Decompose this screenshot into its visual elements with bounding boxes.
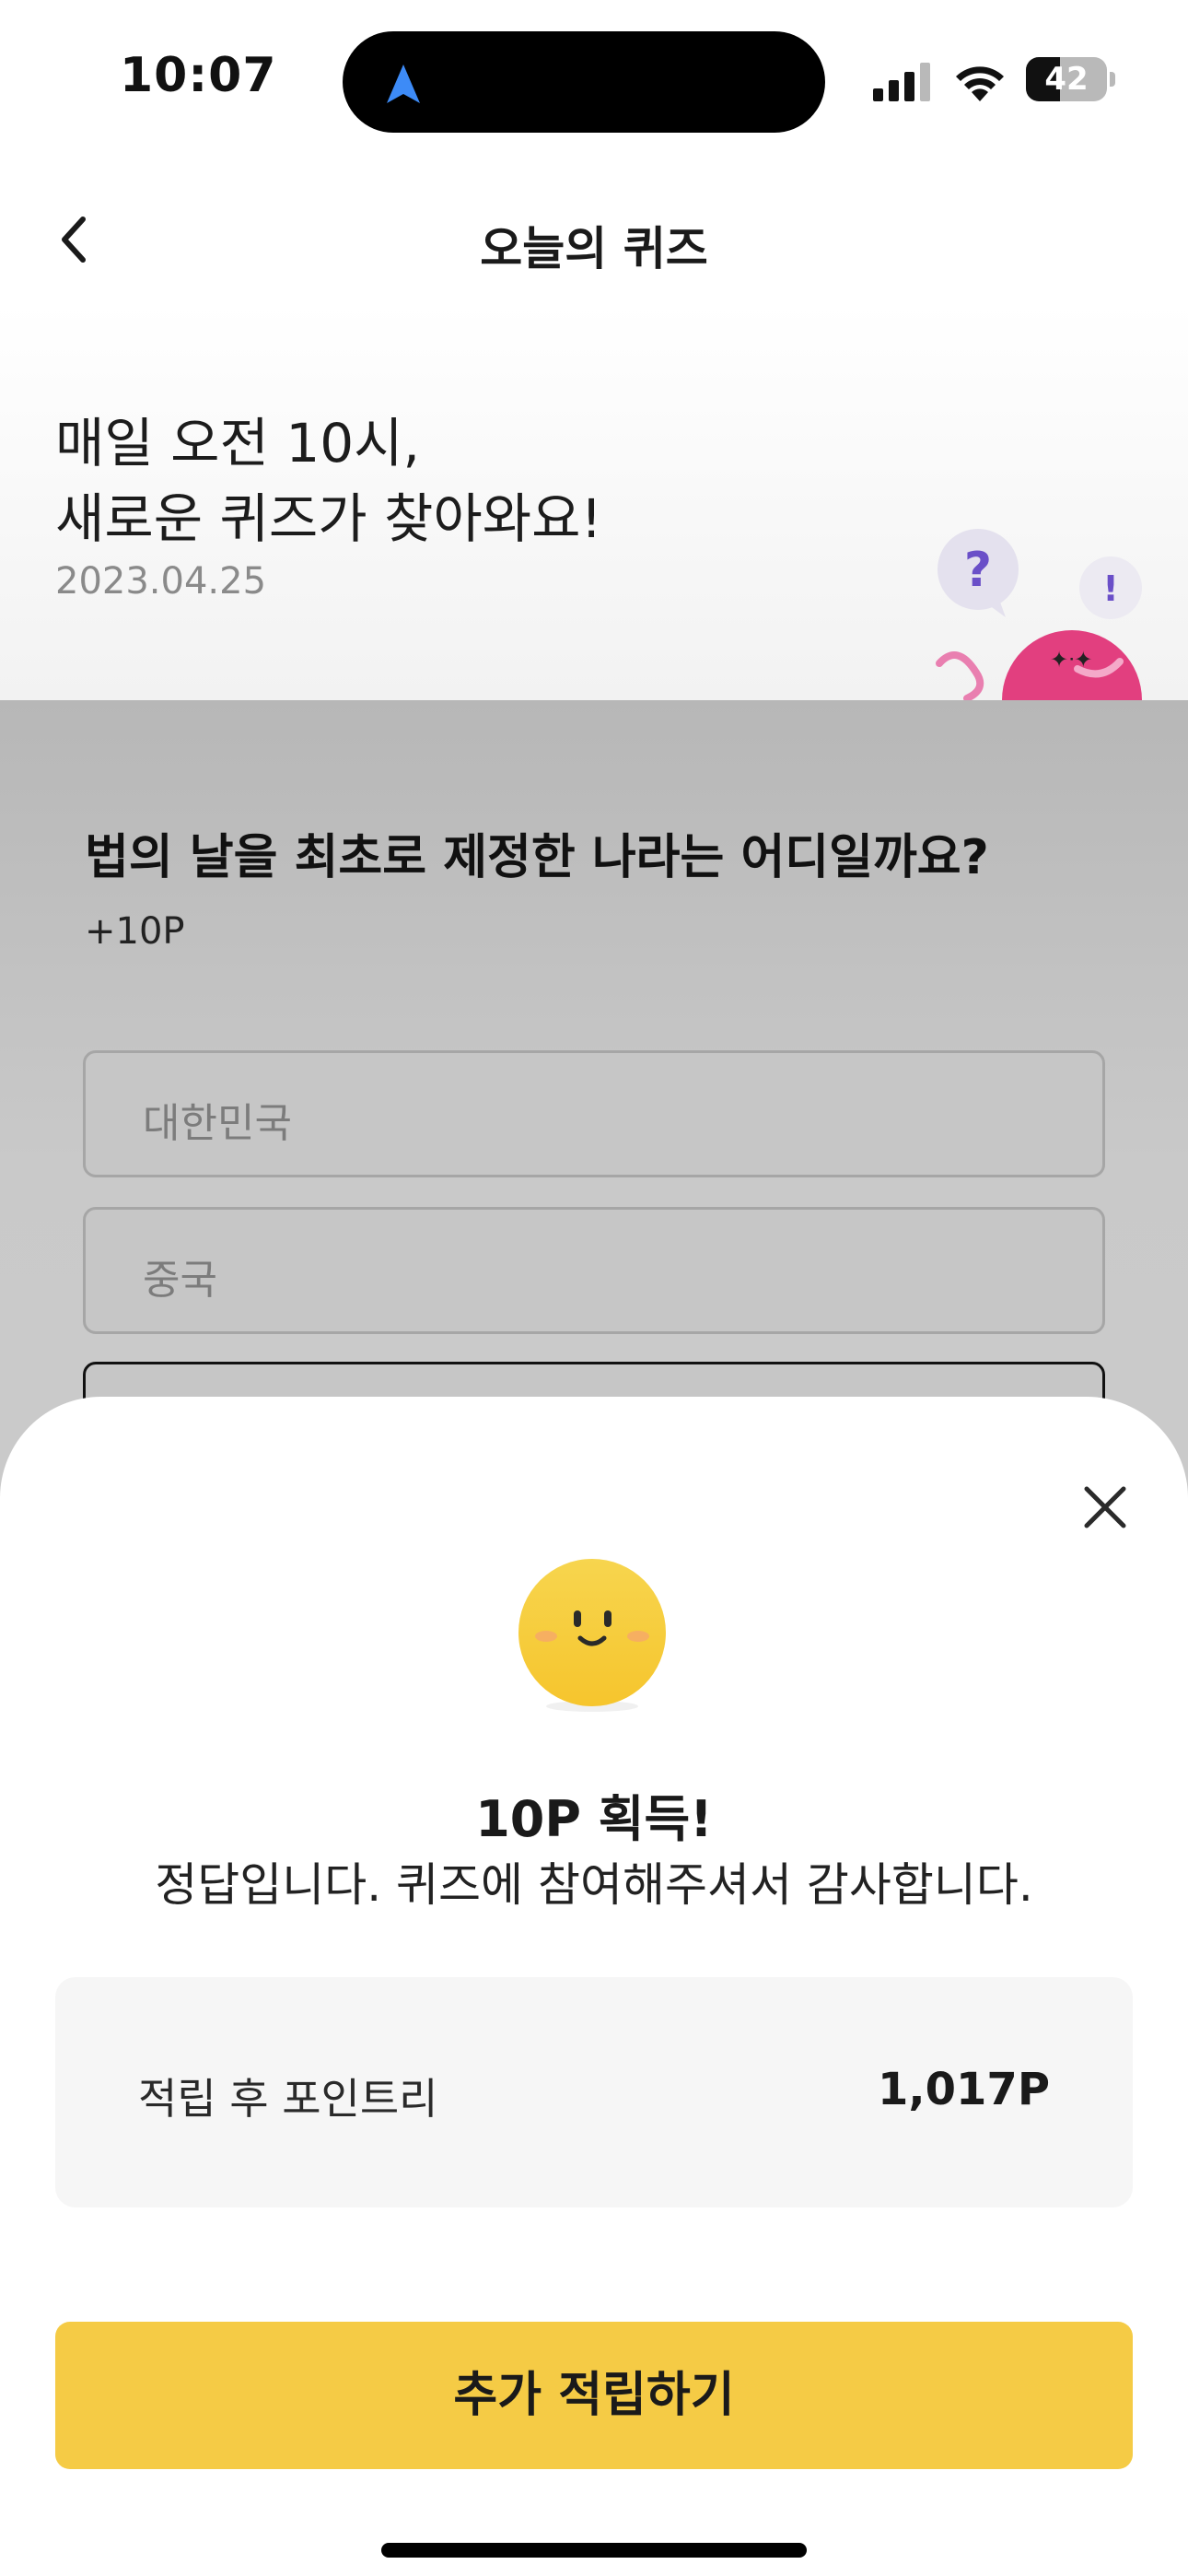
close-icon[interactable] — [1077, 1480, 1133, 1535]
hero-headline-line2: 새로운 퀴즈가 찾아와요! — [55, 487, 602, 550]
result-bottom-sheet: 10P 획득! 정답입니다. 퀴즈에 참여해주셔서 감사합니다. 적립 후 포인… — [0, 1397, 1188, 2576]
svg-text:✦ᐧ✦: ✦ᐧ✦ — [1050, 647, 1092, 673]
reward-title: 10P 획득! — [475, 1790, 713, 1848]
status-time: 10:07 — [120, 48, 277, 103]
answer-option-label: 중국 — [143, 1257, 217, 1304]
quiz-date: 2023.04.25 — [55, 560, 267, 603]
hero-headline: 매일 오전 10시, 새로운 퀴즈가 찾아와요! — [55, 405, 602, 556]
nav-header: 오늘의 퀴즈 — [0, 184, 1188, 295]
points-summary-card: 적립 후 포인트리 1,017P — [55, 1977, 1133, 2207]
navigation-arrow-icon — [387, 64, 420, 103]
battery-level: 42 — [1044, 61, 1089, 98]
answer-option[interactable]: 중국 — [83, 1207, 1105, 1334]
quiz-character-illustration: ? ! ✦ᐧ✦ — [936, 529, 1142, 700]
answer-option-label: 대한민국 — [143, 1100, 292, 1147]
quiz-points: +10P — [85, 910, 185, 953]
answer-option[interactable]: 대한민국 — [83, 1050, 1105, 1177]
dynamic-island — [343, 31, 825, 133]
question-bubble-mark: ? — [964, 543, 992, 598]
wifi-icon — [956, 66, 1004, 101]
earn-more-button[interactable]: 추가 적립하기 — [55, 2322, 1133, 2469]
page-title: 오늘의 퀴즈 — [480, 222, 708, 275]
points-label: 적립 후 포인트리 — [138, 2074, 438, 2124]
status-bar: 10:07 42 — [0, 0, 1188, 147]
quiz-question: 법의 날을 최초로 제정한 나라는 어디일까요? — [85, 830, 989, 885]
hero-headline-line1: 매일 오전 10시, — [55, 412, 420, 474]
exclaim-bubble-mark: ! — [1102, 568, 1118, 609]
hero-banner: 매일 오전 10시, 새로운 퀴즈가 찾아와요! 2023.04.25 ? ! … — [0, 304, 1188, 700]
signal-icon — [873, 63, 930, 101]
battery-icon: 42 — [1026, 57, 1115, 101]
points-value: 1,017P — [877, 2064, 1050, 2115]
smiley-face-icon — [518, 1559, 666, 1712]
reward-message: 정답입니다. 퀴즈에 참여해주셔서 감사합니다. — [155, 1858, 1033, 1912]
home-indicator — [381, 2543, 807, 2558]
